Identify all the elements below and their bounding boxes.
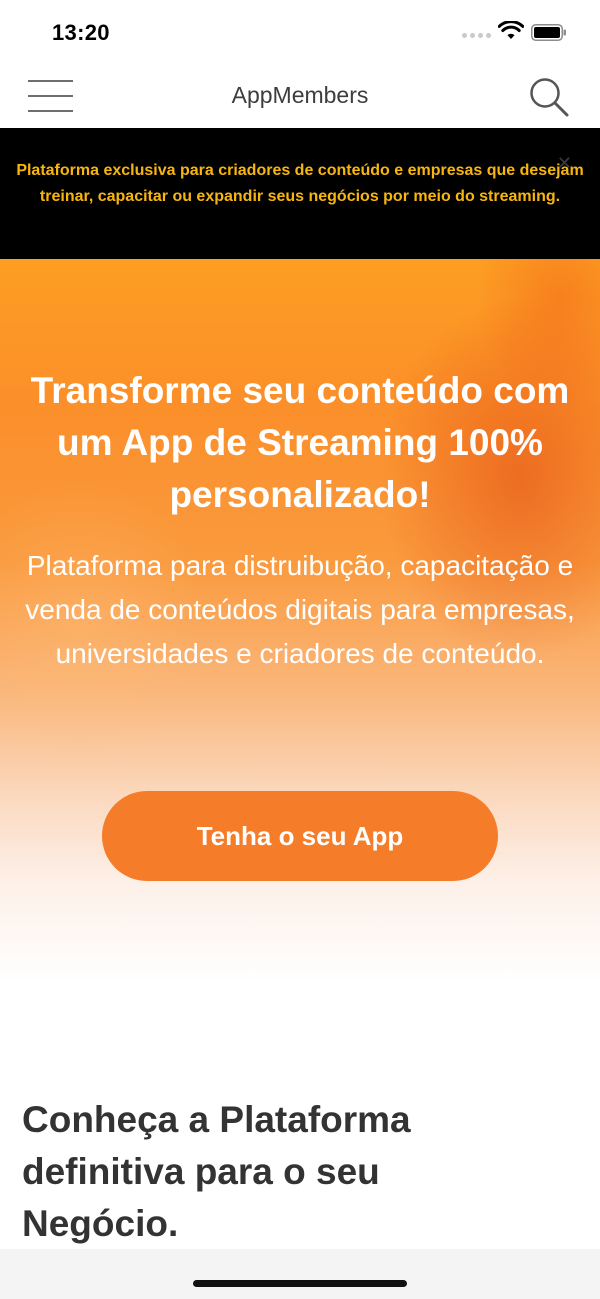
nav-bar: AppMembers (0, 64, 600, 128)
announcement-banner: Plataforma exclusiva para criadores de c… (0, 128, 600, 259)
close-icon[interactable]: ✕ (557, 153, 572, 174)
home-indicator[interactable] (193, 1280, 407, 1287)
get-app-button[interactable]: Tenha o seu App (102, 791, 498, 881)
search-icon[interactable] (526, 74, 572, 120)
hero-title: Transforme seu conteúdo com um App de St… (30, 370, 570, 515)
status-time: 13:20 (52, 20, 110, 45)
section-title: Conheça a Plataforma definitiva para o s… (22, 1099, 411, 1244)
hero-section: Transforme seu conteúdo com um App de St… (0, 259, 600, 983)
hero-subtitle: Plataforma para distruibução, capacitaçã… (25, 550, 575, 669)
battery-icon (531, 24, 566, 41)
wifi-icon (498, 21, 524, 39)
status-bar: 13:20 (0, 0, 600, 64)
app-title: AppMembers (231, 82, 369, 108)
bottom-bar (0, 1249, 600, 1299)
banner-text: Plataforma exclusiva para criadores de c… (16, 162, 584, 205)
signal-dots-icon (462, 33, 491, 39)
